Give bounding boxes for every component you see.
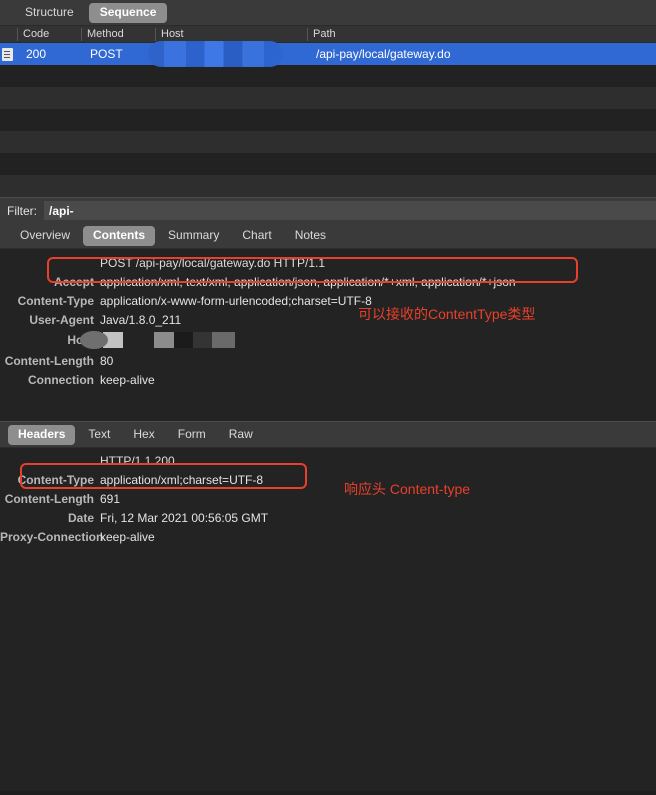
status-line-row: HTTP/1.1 200 [0, 451, 656, 470]
column-header-path[interactable]: Path [307, 27, 656, 41]
request-list: Code Method Host Path 200 POST /api-pay/… [0, 26, 656, 197]
request-header-accept-key: Accept [53, 274, 94, 289]
request-header-connection: Connection keep-alive [0, 370, 656, 389]
tab-form[interactable]: Form [168, 425, 216, 445]
response-headers-panel: HTTP/1.1 200 Content-Type application/xm… [0, 448, 656, 791]
list-item[interactable] [0, 153, 656, 175]
request-header-accept-value: application/xml, text/xml, application/j… [100, 274, 516, 289]
request-header-user-agent-value: Java/1.8.0_211 [100, 312, 182, 327]
request-line-value: POST /api-pay/local/gateway.do HTTP/1.1 [100, 255, 325, 270]
column-header-host[interactable]: Host [155, 27, 307, 41]
tab-text[interactable]: Text [78, 425, 120, 445]
host-redaction-overlay [148, 41, 283, 67]
request-header-host-value [80, 331, 235, 349]
view-mode-toolbar: Structure Sequence [0, 0, 656, 26]
request-header-content-type-value: application/x-www-form-urlencoded;charse… [100, 293, 372, 308]
request-header-connection-key: Connection [28, 372, 94, 387]
request-list-header: Code Method Host Path [0, 26, 656, 43]
row-code: 200 [26, 46, 47, 61]
request-header-user-agent: User-Agent Java/1.8.0_211 [0, 310, 656, 329]
response-header-date-key: Date [67, 510, 94, 525]
request-header-host: Host [0, 329, 656, 351]
request-line-row: POST /api-pay/local/gateway.do HTTP/1.1 [0, 253, 656, 272]
column-header-method[interactable]: Method [81, 27, 155, 41]
request-header-user-agent-key: User-Agent [29, 312, 94, 327]
request-tab-strip: Overview Contents Summary Chart Notes [0, 223, 656, 249]
request-header-content-type-key: Content-Type [17, 293, 94, 308]
row-path: /api-pay/local/gateway.do [316, 46, 451, 61]
request-header-content-length-key: Content-Length [4, 353, 94, 368]
tab-notes[interactable]: Notes [285, 226, 336, 246]
table-row[interactable]: 200 POST /api-pay/local/gateway.do [0, 41, 656, 67]
status-line-value: HTTP/1.1 200 [100, 453, 175, 468]
response-header-proxy-connection: Proxy-Connection keep-alive [0, 527, 656, 546]
annotation-text-response-content-type: 响应头 Content-type [344, 481, 471, 497]
filter-input[interactable] [44, 201, 656, 220]
list-item[interactable] [0, 131, 656, 153]
view-mode-structure[interactable]: Structure [14, 3, 85, 23]
request-header-connection-value: keep-alive [100, 372, 155, 387]
column-header-code[interactable]: Code [17, 27, 81, 41]
tab-contents[interactable]: Contents [83, 225, 156, 246]
response-header-content-type: Content-Type application/xml;charset=UTF… [0, 470, 656, 489]
response-header-content-length: Content-Length 691 [0, 489, 656, 508]
response-header-proxy-connection-value: keep-alive [100, 529, 155, 544]
tab-chart[interactable]: Chart [232, 226, 281, 246]
request-header-content-length: Content-Length 80 [0, 351, 656, 370]
annotation-text-content-type-accept: 可以接收的ContentType类型 [358, 306, 536, 322]
list-item[interactable] [0, 175, 656, 197]
tab-raw[interactable]: Raw [219, 425, 263, 445]
request-header-content-length-value: 80 [100, 353, 114, 368]
column-header-icon[interactable] [0, 28, 17, 41]
tab-headers[interactable]: Headers [8, 424, 76, 445]
response-header-content-type-key: Content-Type [17, 472, 94, 487]
response-header-date-value: Fri, 12 Mar 2021 00:56:05 GMT [100, 510, 269, 525]
list-item[interactable] [0, 87, 656, 109]
request-headers-panel: POST /api-pay/local/gateway.do HTTP/1.1 … [0, 249, 656, 421]
response-header-date: Date Fri, 12 Mar 2021 00:56:05 GMT [0, 508, 656, 527]
list-item[interactable] [0, 65, 656, 87]
response-header-proxy-connection-key: Proxy-Connection [0, 529, 104, 544]
response-header-content-length-value: 691 [100, 491, 121, 506]
tab-hex[interactable]: Hex [123, 425, 164, 445]
row-document-icon [0, 47, 17, 62]
response-header-content-length-key: Content-Length [4, 491, 94, 506]
list-item[interactable] [0, 109, 656, 131]
tab-overview[interactable]: Overview [10, 226, 80, 246]
request-header-accept: Accept application/xml, text/xml, applic… [0, 272, 656, 291]
tab-summary[interactable]: Summary [158, 226, 229, 246]
request-line-spacer [0, 256, 100, 270]
filter-label: Filter: [7, 203, 37, 218]
request-header-content-type: Content-Type application/x-www-form-urle… [0, 291, 656, 310]
row-method: POST [90, 46, 123, 61]
filter-bar: Filter: [0, 197, 656, 223]
response-header-content-type-value: application/xml;charset=UTF-8 [100, 472, 264, 487]
response-tab-strip: Headers Text Hex Form Raw [0, 422, 656, 448]
status-line-spacer [0, 454, 100, 468]
host-redaction-mosaic [80, 331, 235, 349]
view-mode-sequence[interactable]: Sequence [88, 2, 168, 23]
